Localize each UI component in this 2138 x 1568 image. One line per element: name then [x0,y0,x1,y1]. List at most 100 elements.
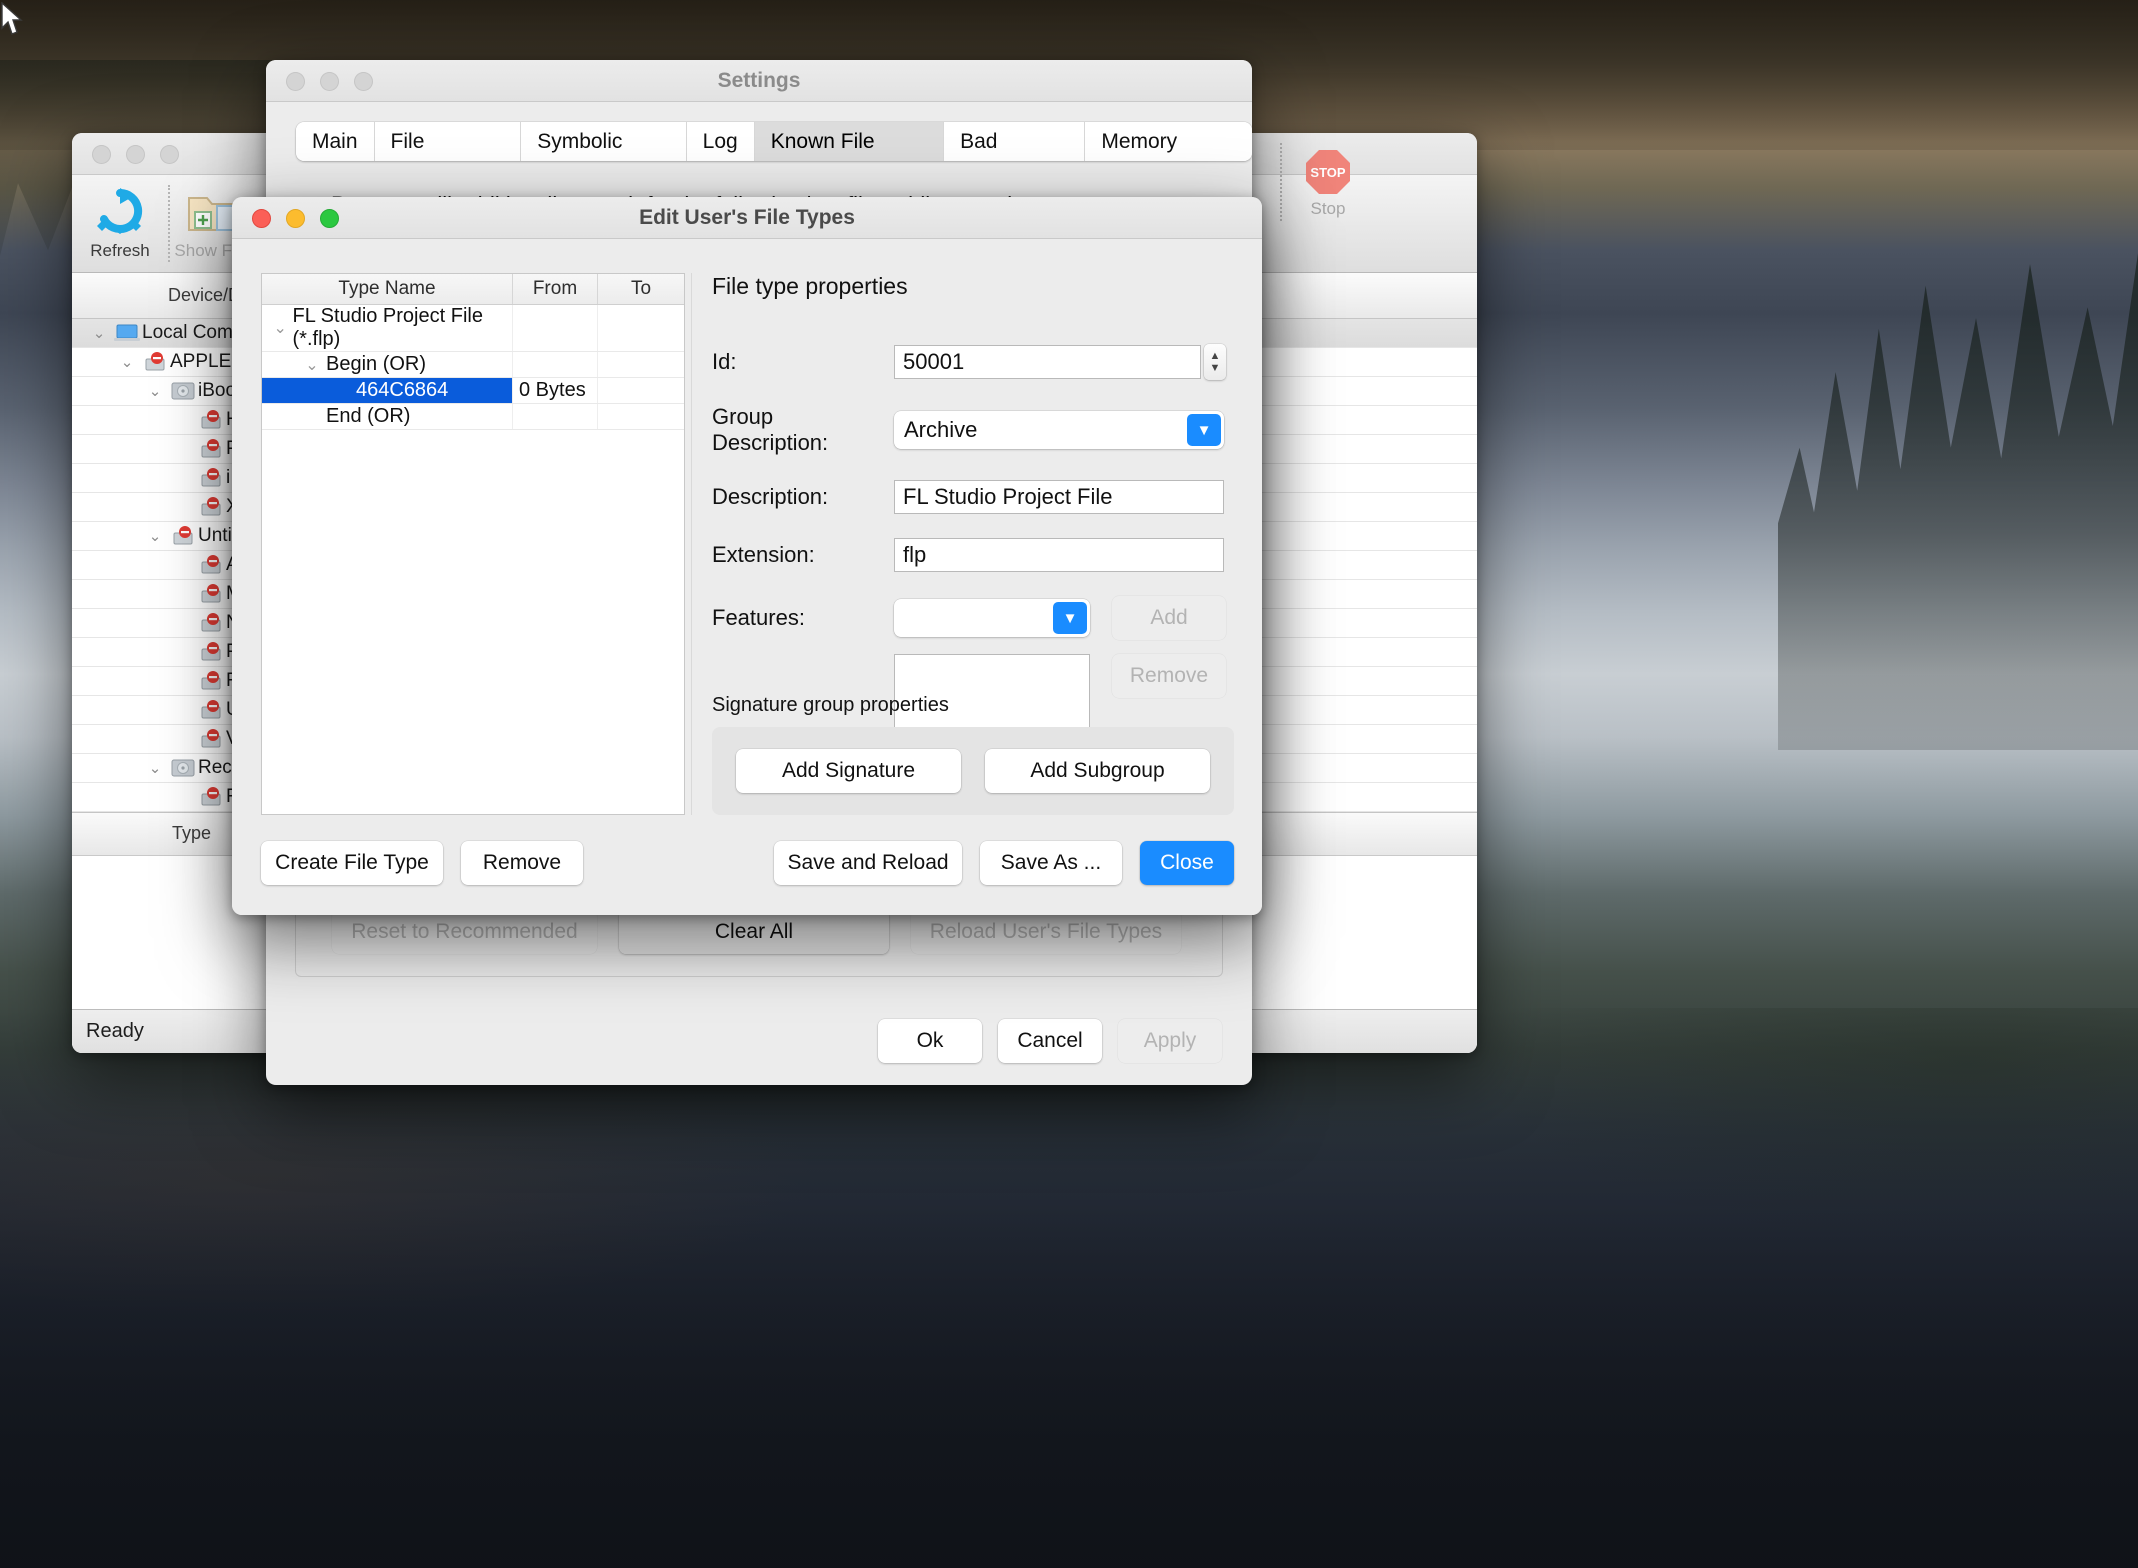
wallpaper-tree-silhouette-right [1778,210,2138,750]
chevron-down-icon[interactable]: ▼ [1053,602,1087,634]
bgwin-window-controls[interactable] [92,145,179,164]
toolbar-stop-button[interactable]: STOP Stop [1280,133,1376,231]
file-type-properties-panel: File type properties Id: 50001 ▲ ▼ Group… [712,273,1234,815]
disk-forbidden-icon [196,670,226,692]
clear-all-button[interactable]: Clear All [619,910,889,954]
ok-button[interactable]: Ok [878,1019,982,1063]
maximize-button-icon[interactable] [160,145,179,164]
table-row[interactable]: End (OR) [262,404,684,430]
minimize-button-icon[interactable] [126,145,145,164]
stop-sign-icon: STOP [1297,145,1359,195]
table-cell-from [513,404,598,429]
chevron-down-icon[interactable]: ▼ [1187,414,1221,446]
add-signature-button[interactable]: Add Signature [736,749,961,793]
settings-footer-buttons[interactable]: Ok Cancel Apply [878,1019,1222,1063]
tab-log[interactable]: Log [687,122,755,161]
toolbar-refresh-button[interactable]: Refresh [72,175,168,272]
chevron-down-icon[interactable]: ⌄ [142,527,168,545]
add-feature-button[interactable]: Add [1112,596,1226,640]
apply-button[interactable]: Apply [1118,1019,1222,1063]
description-input[interactable]: FL Studio Project File [894,480,1224,514]
disk-forbidden-icon [196,583,226,605]
group-description-value: Archive [904,417,977,443]
toolbar-item-label: Refresh [90,241,150,261]
description-label: Description: [712,484,894,510]
id-stepper[interactable]: ▲ ▼ [1204,344,1226,380]
features-row: Features: ▼ Add [712,596,1234,640]
tab-known-file-types[interactable]: Known File Types [755,122,944,161]
panel-splitter[interactable] [691,273,692,815]
tab-symbolic-links[interactable]: Symbolic Links [521,122,686,161]
edit-titlebar[interactable]: Edit User's File Types [232,197,1262,239]
remove-file-type-button[interactable]: Remove [461,841,583,885]
edit-dialog-title: Edit User's File Types [232,197,1262,239]
status-text: Ready [86,1020,144,1043]
reload-users-file-types-button[interactable]: Reload User's File Types [911,910,1181,954]
table-row[interactable]: ⌄FL Studio Project File (*.flp) [262,305,684,352]
disk-forbidden-icon [196,699,226,721]
chevron-down-icon[interactable]: ⌄ [268,318,293,338]
edit-dialog-footer[interactable]: Create File Type Remove Save and Reload … [261,841,1234,885]
chevron-down-icon[interactable]: ⌄ [114,353,140,371]
close-button[interactable]: Close [1140,841,1234,885]
table-row[interactable]: ⌄Begin (OR) [262,352,684,378]
tab-main[interactable]: Main [296,122,375,161]
save-as-button[interactable]: Save As ... [980,841,1122,885]
tab-memory-usage[interactable]: Memory Usage [1085,122,1252,161]
id-label: Id: [712,349,894,375]
group-description-row: Group Description: Archive ▼ [712,404,1234,456]
tree-column-header-to[interactable]: To [598,274,684,304]
panel-action-buttons[interactable]: Reset to Recommended Clear All Reload Us… [332,910,1186,954]
table-row[interactable]: 464C6864 0 Bytes [262,378,684,404]
file-type-signature-tree[interactable]: Type Name From To ⌄FL Studio Project Fil… [261,273,685,815]
tree-header-row[interactable]: Type Name From To [262,274,684,305]
disk-forbidden-icon [196,467,226,489]
chevron-down-icon[interactable]: ⌄ [298,355,326,375]
chevron-down-icon[interactable]: ▼ [1210,362,1221,374]
signature-group-buttons[interactable]: Add Signature Add Subgroup [712,727,1234,815]
table-cell-label: i [226,467,230,489]
extension-row: Extension: flp [712,538,1234,572]
settings-titlebar[interactable]: Settings [266,60,1252,102]
chevron-down-icon[interactable]: ⌄ [142,759,168,777]
chevron-down-icon[interactable]: ⌄ [86,324,112,342]
column-header-label: Type [172,823,211,844]
save-and-reload-button[interactable]: Save and Reload [774,841,962,885]
mouse-pointer-icon [0,2,26,38]
table-cell-type-name: 464C6864 [356,379,448,402]
tree-rows[interactable]: ⌄FL Studio Project File (*.flp)⌄Begin (O… [262,305,684,430]
edit-users-file-types-window[interactable]: Edit User's File Types Type Name From To… [232,197,1262,915]
add-subgroup-button[interactable]: Add Subgroup [985,749,1210,793]
extension-input[interactable]: flp [894,538,1224,572]
tab-file-systems[interactable]: File Systems [375,122,522,161]
chevron-up-icon[interactable]: ▲ [1210,350,1221,362]
settings-tabstrip[interactable]: MainFile SystemsSymbolic LinksLogKnown F… [296,122,1252,161]
disk-forbidden-icon [140,351,170,373]
cancel-button[interactable]: Cancel [998,1019,1102,1063]
table-cell-to [598,378,684,403]
tree-column-header-from[interactable]: From [513,274,598,304]
create-file-type-button[interactable]: Create File Type [261,841,443,885]
table-cell-label: APPLE [170,351,231,373]
remove-feature-button[interactable]: Remove [1112,654,1226,698]
close-button-icon[interactable] [92,145,111,164]
hard-drive-icon [168,380,198,402]
features-select[interactable]: ▼ [894,599,1090,637]
computer-icon [112,322,142,344]
disk-forbidden-icon [196,554,226,576]
signature-group-caption: Signature group properties [712,694,1234,717]
tab-bad-sectors[interactable]: Bad Sectors [944,122,1085,161]
table-cell-from: 0 Bytes [513,378,598,403]
id-field-row: Id: 50001 ▲ ▼ [712,344,1234,380]
settings-title: Settings [266,60,1252,102]
disk-forbidden-icon [196,612,226,634]
tree-column-header-type-name[interactable]: Type Name [262,274,513,304]
id-input[interactable]: 50001 [894,345,1201,379]
signature-group-properties: Signature group properties Add Signature… [712,694,1234,815]
disk-forbidden-icon [196,786,226,808]
table-cell-from [513,305,598,351]
reset-to-recommended-button[interactable]: Reset to Recommended [332,910,597,954]
chevron-down-icon[interactable]: ⌄ [142,382,168,400]
group-description-select[interactable]: Archive ▼ [894,411,1224,449]
extension-label: Extension: [712,542,894,568]
